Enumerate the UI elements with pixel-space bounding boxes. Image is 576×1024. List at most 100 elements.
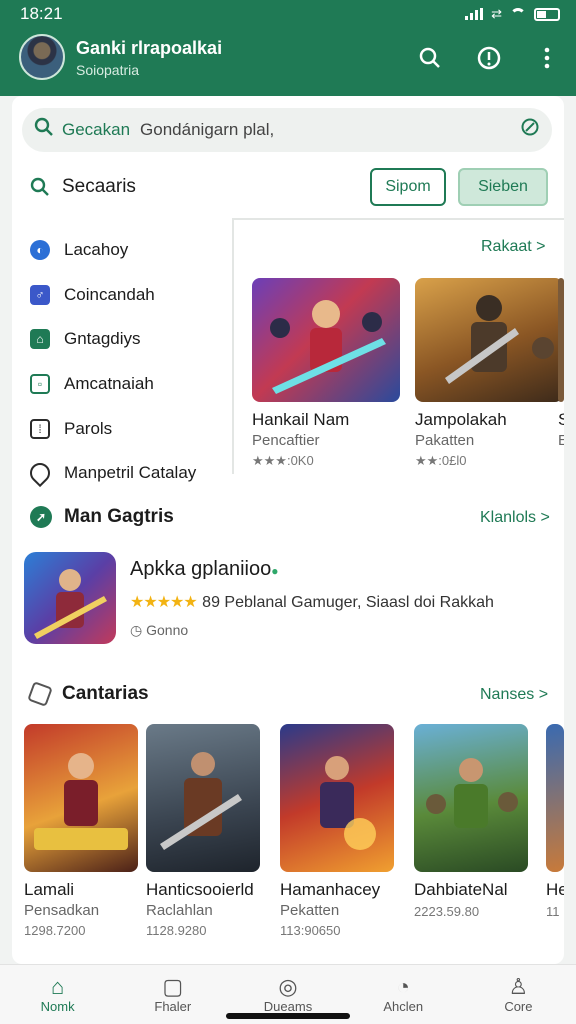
divider: [232, 218, 234, 474]
category-item-5[interactable]: Manpetril Catalay: [25, 451, 235, 496]
games-title: Cantarias: [62, 683, 149, 704]
app-description: ★★★★★ 89 Peblanal Gamuger, Siaasl doi Ra…: [130, 594, 494, 611]
top-app-more-link[interactable]: Klanlols >: [480, 509, 550, 527]
game-cover: [414, 724, 528, 872]
star-rating: ★★★★: [130, 594, 184, 611]
game-cover: [252, 278, 400, 402]
category-label: Manpetril Catalay: [64, 463, 197, 483]
search-hint: Gecakan: [62, 120, 131, 139]
tile-meta: 1128.9280: [146, 923, 207, 938]
game-cover: [146, 724, 260, 872]
cube-icon: [27, 681, 53, 707]
game-cover: [280, 724, 394, 872]
featured-more-link[interactable]: Rakaat >: [481, 238, 545, 256]
nav-label: Nomk: [40, 999, 75, 1014]
tile-publisher: Pakatten: [415, 432, 475, 449]
filter-button-outline[interactable]: Sipom: [370, 168, 446, 206]
search-icon[interactable]: [416, 44, 444, 72]
category-item-0[interactable]: ◐ Lacahoy: [30, 228, 235, 273]
tile-publisher: Pencaftier: [252, 432, 320, 449]
tile-title: He: [546, 880, 564, 899]
category-item-4[interactable]: ⁞ Parols: [30, 406, 235, 451]
status-bar: 18:21 ⇄: [20, 4, 560, 24]
circle-icon: ◐: [30, 240, 50, 261]
app-size-value: Gonno: [146, 622, 189, 638]
game-cover: [24, 724, 138, 872]
games-header: Cantarias: [27, 681, 149, 707]
home-icon: ⌂: [50, 974, 65, 999]
signal-icon: [465, 8, 484, 20]
tile-title: Jampolakah: [415, 410, 507, 429]
tile-meta: 11: [546, 904, 560, 919]
tile-publisher: E: [558, 432, 564, 449]
games-more-link[interactable]: Nanses >: [480, 686, 548, 704]
app-icon: [24, 552, 116, 644]
compass-icon: ➚: [30, 506, 52, 528]
avatar[interactable]: [19, 34, 65, 80]
tile-publisher: Pensadkan: [24, 902, 100, 919]
game-cover: [415, 278, 563, 402]
nav-label: Ahclen: [383, 999, 424, 1014]
search-icon: [30, 177, 49, 196]
game-tile[interactable]: Hanticsooierld Raclahlan 1128.9280: [146, 724, 260, 938]
sync-icon: ⇄: [491, 6, 502, 21]
tile-title: Hamanhacey: [280, 880, 381, 899]
categories-header: Secaaris: [30, 176, 136, 198]
person-icon: ♙: [508, 974, 529, 999]
featured-tile[interactable]: Jampolakah Pakatten ★★:0£l0: [415, 278, 563, 469]
category-item-3[interactable]: ▫ Amcatnaiah: [30, 362, 235, 407]
top-app-header: ➚ Man Gagtris: [30, 506, 174, 528]
featured-tile[interactable]: Hankail Nam Pencaftier ★★★:0K0: [252, 278, 400, 469]
filter-button-filled[interactable]: Sieben: [458, 168, 548, 206]
search-icon: [34, 117, 54, 143]
nav-item-library[interactable]: ▢ Fhaler: [115, 965, 230, 1024]
home-indicator[interactable]: [226, 1013, 350, 1019]
game-tile[interactable]: Hamanhacey Pekatten 113:90650: [280, 724, 394, 938]
more-options-icon[interactable]: [533, 44, 561, 72]
nav-item-activity[interactable]: ◔ Ahclen: [346, 965, 461, 1024]
category-label: Amcatnaiah: [64, 374, 154, 394]
category-label: Parols: [64, 418, 113, 438]
gauge-icon: ◔: [396, 974, 410, 999]
app-name: Apkka gplaniioo●: [130, 558, 279, 580]
rating-value: 89: [202, 594, 220, 611]
tile-title: S: [558, 410, 564, 429]
category-list: ◐ Lacahoy ♂ Coincandah ⌂ Gntagdiys ▫ Amc…: [25, 228, 235, 496]
nav-item-profile[interactable]: ♙ Core: [461, 965, 576, 1024]
bag-icon: ▢: [162, 974, 184, 999]
divider: [232, 218, 564, 220]
category-label: Coincandah: [64, 284, 155, 304]
tile-title: DahbiateNal: [414, 880, 508, 899]
app-bar: 18:21 ⇄ Ganki rlrapoalkai Soiopatria: [0, 0, 576, 96]
categories-title: Secaaris: [62, 176, 136, 197]
game-tile[interactable]: Lamali Pensadkan 1298.7200: [24, 724, 138, 938]
square-icon: ▫: [30, 374, 50, 395]
nav-item-home[interactable]: ⌂ Nomk: [0, 965, 115, 1024]
tile-meta: 1298.7200: [24, 923, 86, 938]
category-item-2[interactable]: ⌂ Gntagdiys: [30, 317, 235, 362]
game-cover: [558, 278, 564, 402]
grid-icon: ⁞: [30, 418, 50, 439]
pin-icon: [25, 459, 55, 488]
game-cover: [546, 724, 564, 872]
app-list-item[interactable]: Apkka gplaniioo● ★★★★★ 89 Peblanal Gamug…: [24, 552, 554, 648]
tile-publisher: Raclahlan: [146, 902, 213, 919]
game-tile[interactable]: He 11: [546, 724, 564, 919]
nav-label: Dueams: [263, 999, 313, 1014]
tile-title: Hankail Nam: [252, 410, 350, 429]
tile-meta: ★★:0£l0: [415, 453, 467, 468]
featured-tile[interactable]: S E: [558, 278, 564, 449]
tile-publisher: Pekatten: [280, 902, 340, 919]
game-tile[interactable]: DahbiateNal 2223.59.80: [414, 724, 528, 919]
tile-title: Hanticsooierld: [146, 880, 254, 899]
search-input[interactable]: Gecakan Gondánigarn plal,: [22, 108, 552, 152]
alert-icon[interactable]: [475, 44, 503, 72]
category-item-1[interactable]: ♂ Coincandah: [30, 273, 235, 318]
nav-label: Core: [504, 999, 533, 1014]
app-size: ◷ Gonno: [130, 622, 188, 639]
tile-meta: 113:90650: [280, 923, 341, 938]
voice-search-icon[interactable]: [520, 117, 540, 143]
tile-meta: 2223.59.80: [414, 904, 480, 919]
compass-icon: ◎: [278, 974, 298, 999]
clock-icon: ◷: [130, 622, 143, 638]
